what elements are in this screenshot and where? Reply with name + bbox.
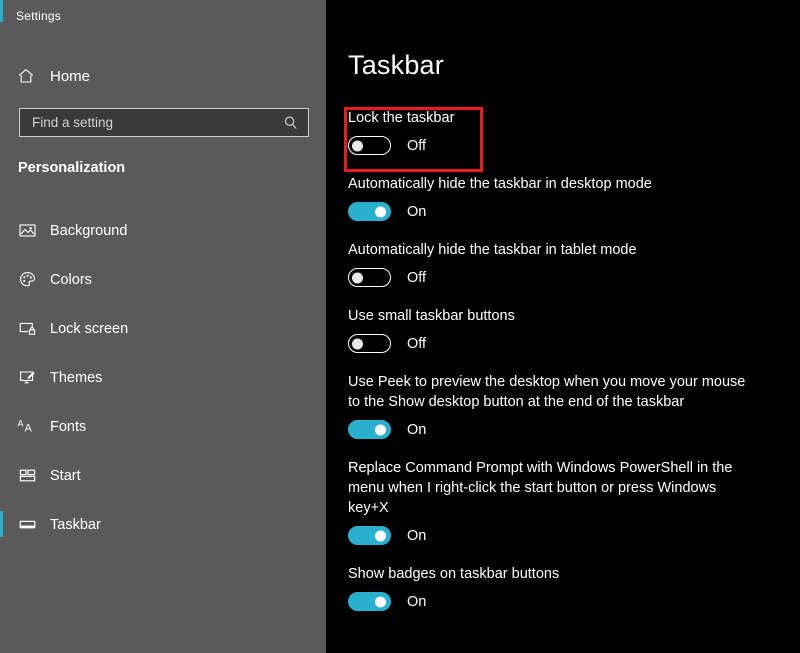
toggle-knob	[375, 206, 386, 217]
setting-label: Replace Command Prompt with Windows Powe…	[348, 460, 733, 516]
setting-label: Show badges on taskbar buttons	[348, 566, 560, 582]
settings-list: Lock the taskbar Off Automatically hide th…	[348, 108, 768, 630]
toggle-row: Off	[348, 334, 768, 353]
setting-item: Automatically hide the taskbar in tablet…	[348, 240, 768, 287]
sidebar-nav-list: Background Colors Lock screen Themes A A…	[0, 206, 326, 549]
window-title: Settings	[16, 9, 61, 23]
start-tiles-icon	[16, 465, 38, 487]
setting-label: Automatically hide the taskbar in deskto…	[348, 176, 652, 192]
toggle-knob	[352, 140, 363, 151]
sidebar-item-start-label: Start	[50, 467, 81, 484]
sidebar-item-taskbar-label: Taskbar	[50, 516, 101, 533]
toggle-switch[interactable]	[348, 592, 391, 611]
setting-item: Show badges on taskbar buttons On	[348, 564, 768, 611]
setting-label: Automatically hide the taskbar in tablet…	[348, 242, 637, 258]
toggle-knob	[375, 424, 386, 435]
sidebar-item-background[interactable]: Background	[0, 206, 326, 255]
toggle-state-label: On	[407, 593, 427, 610]
taskbar-icon	[16, 514, 38, 536]
setting-label: Use Peek to preview the desktop when you…	[348, 374, 746, 410]
toggle-switch[interactable]	[348, 334, 391, 353]
setting-label: Use small taskbar buttons	[348, 308, 515, 324]
sidebar-item-lock-screen[interactable]: Lock screen	[0, 304, 326, 353]
sidebar-section-heading: Personalization	[18, 160, 126, 176]
toggle-row: On	[348, 526, 768, 545]
search-input[interactable]	[20, 109, 278, 136]
toggle-state-label: Off	[407, 137, 427, 154]
sidebar-item-taskbar[interactable]: Taskbar	[0, 500, 326, 549]
sidebar: Settings Home Personalization	[0, 0, 326, 653]
toggle-switch[interactable]	[348, 136, 391, 155]
toggle-knob	[352, 272, 363, 283]
toggle-state-label: On	[407, 421, 427, 438]
toggle-switch[interactable]	[348, 526, 391, 545]
toggle-knob	[375, 530, 386, 541]
page-title: Taskbar	[348, 50, 444, 80]
sidebar-item-start[interactable]: Start	[0, 451, 326, 500]
sidebar-item-home[interactable]: Home	[0, 62, 326, 90]
setting-item: Use small taskbar buttons Off	[348, 306, 768, 353]
sidebar-item-fonts[interactable]: A A Fonts	[0, 402, 326, 451]
selection-indicator	[0, 511, 3, 537]
font-aa-icon: A A	[16, 416, 38, 438]
sidebar-item-home-label: Home	[50, 67, 91, 85]
toggle-row: On	[348, 202, 768, 221]
search-box[interactable]	[19, 108, 309, 137]
toggle-row: Off	[348, 268, 768, 287]
window-accent-bar	[0, 0, 3, 22]
setting-item: Lock the taskbar Off	[348, 108, 768, 155]
setting-label: Lock the taskbar	[348, 110, 455, 126]
monitor-lock-icon	[16, 318, 38, 340]
palette-icon	[16, 269, 38, 291]
picture-icon	[16, 220, 38, 242]
search-icon[interactable]	[278, 115, 304, 131]
toggle-state-label: Off	[407, 269, 427, 286]
home-icon	[16, 66, 36, 86]
sidebar-item-colors[interactable]: Colors	[0, 255, 326, 304]
toggle-switch[interactable]	[348, 420, 391, 439]
svg-text:A: A	[17, 419, 23, 429]
toggle-state-label: On	[407, 527, 427, 544]
sidebar-item-colors-label: Colors	[50, 271, 92, 288]
sidebar-item-fonts-label: Fonts	[50, 418, 87, 435]
sidebar-item-themes-label: Themes	[50, 369, 103, 386]
toggle-row: On	[348, 420, 768, 439]
sidebar-item-themes[interactable]: Themes	[0, 353, 326, 402]
main-content: Taskbar Lock the taskbar Off Automatically…	[326, 0, 800, 653]
svg-text:A: A	[24, 423, 32, 435]
setting-item: Replace Command Prompt with Windows Powe…	[348, 458, 768, 545]
toggle-switch[interactable]	[348, 268, 391, 287]
toggle-state-label: Off	[407, 335, 427, 352]
setting-item: Use Peek to preview the desktop when you…	[348, 372, 768, 439]
sidebar-item-background-label: Background	[50, 222, 128, 239]
toggle-row: On	[348, 592, 768, 611]
toggle-row: Off	[348, 136, 768, 155]
brush-screen-icon	[16, 367, 38, 389]
toggle-knob	[375, 596, 386, 607]
toggle-knob	[352, 338, 363, 349]
setting-item: Automatically hide the taskbar in deskto…	[348, 174, 768, 221]
toggle-switch[interactable]	[348, 202, 391, 221]
toggle-state-label: On	[407, 203, 427, 220]
settings-window: Settings Home Personalization	[0, 0, 800, 653]
sidebar-item-lock-screen-label: Lock screen	[50, 320, 129, 337]
